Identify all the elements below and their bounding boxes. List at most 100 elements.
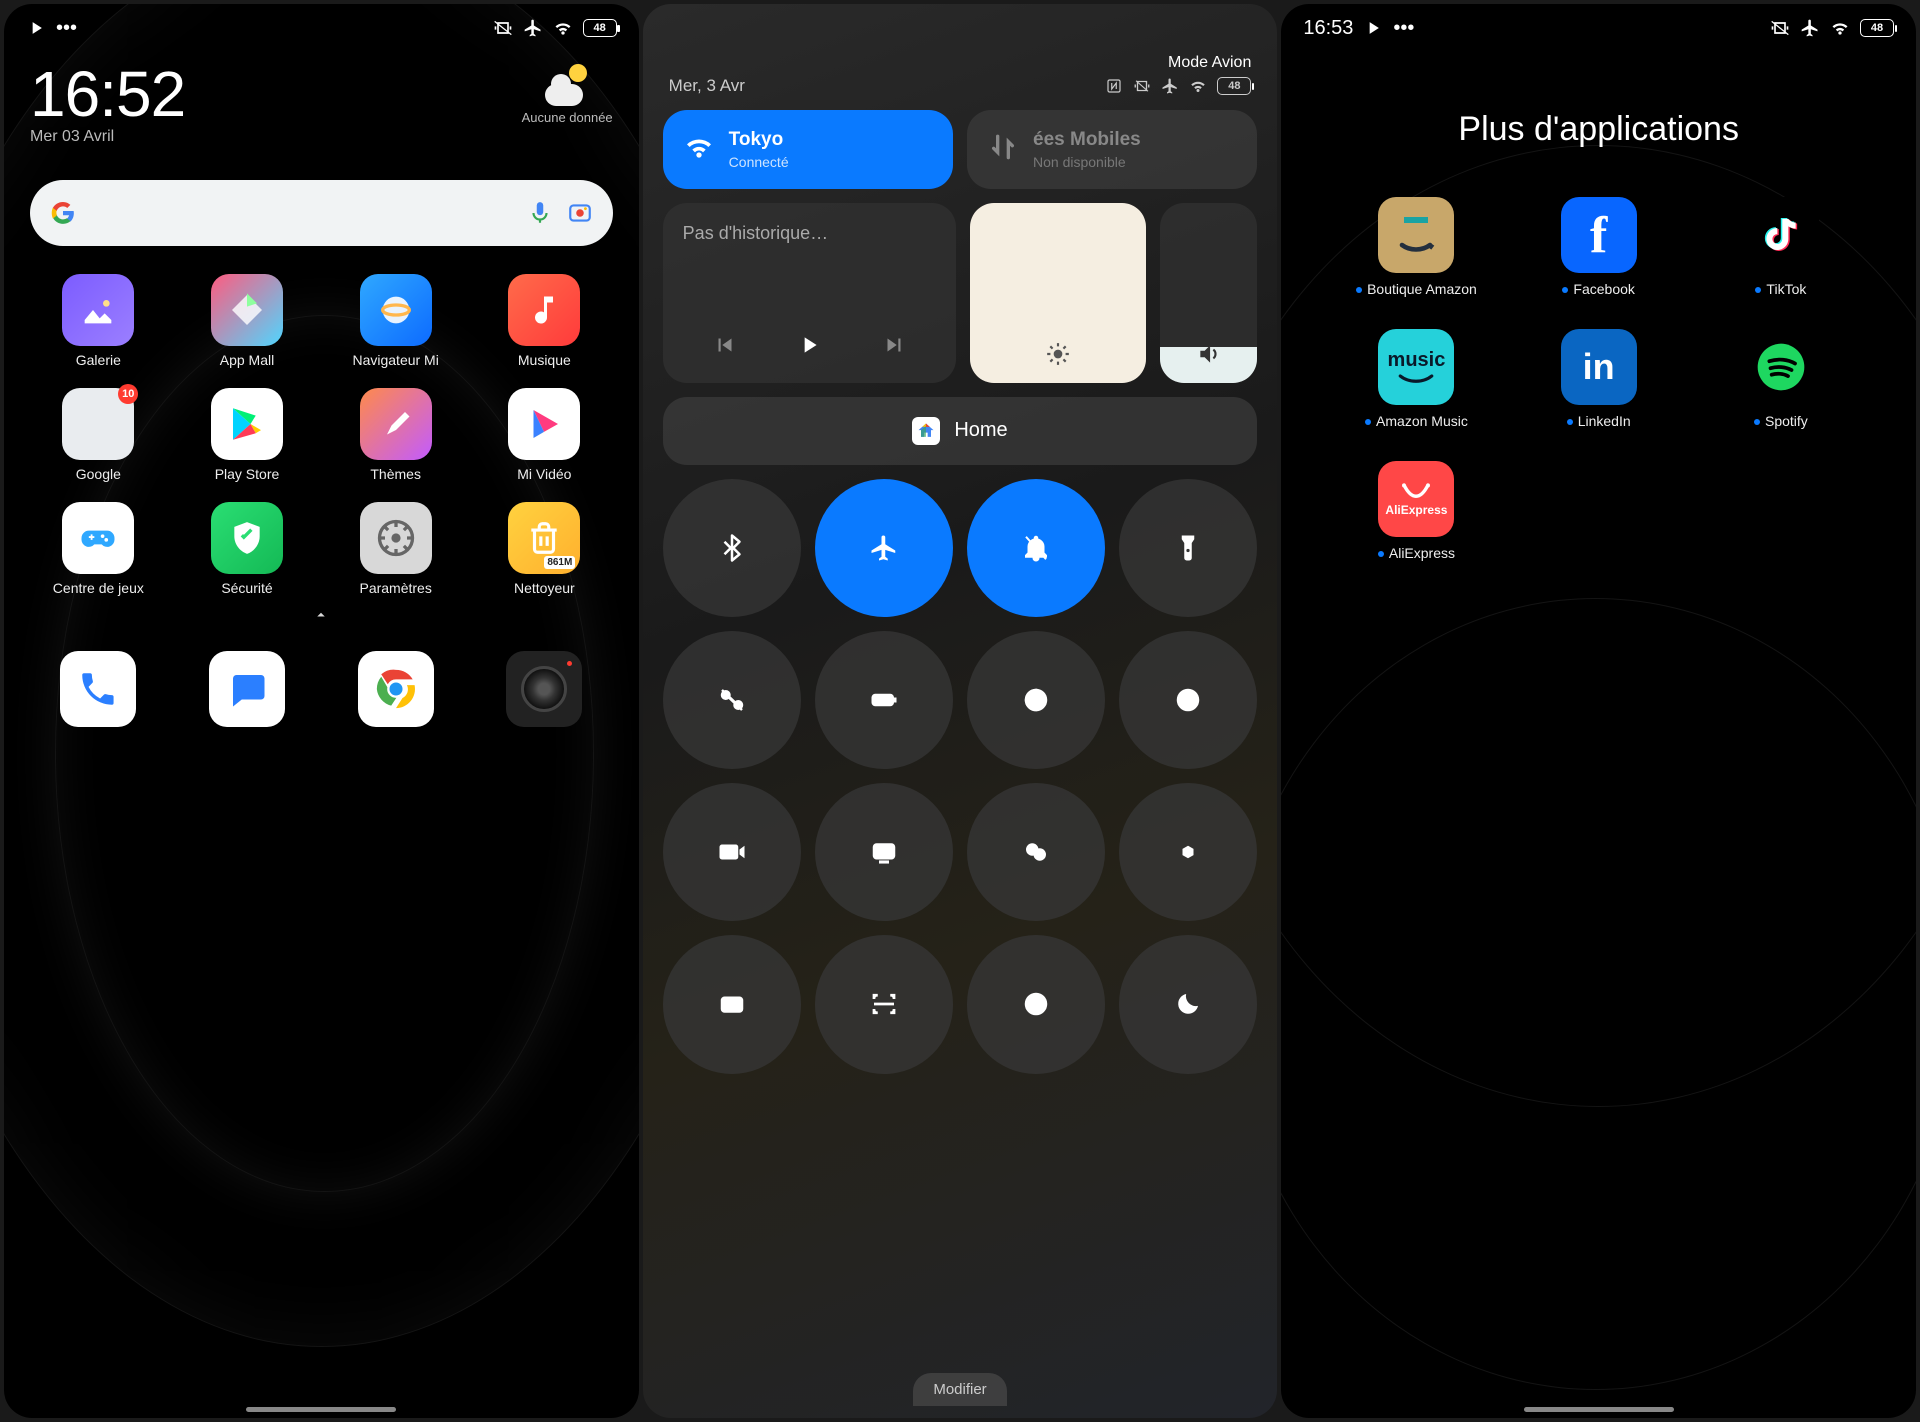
settings-toggle[interactable] [1119,783,1257,921]
dock-chrome[interactable] [358,651,434,727]
volume-slider[interactable] [1160,203,1258,383]
expand-icon [26,18,46,38]
flashlight-toggle[interactable] [1119,479,1257,617]
wifi-tile[interactable]: TokyoConnecté [663,110,953,189]
app-aliexpress[interactable]: AliExpressAliExpress [1325,461,1507,561]
play-icon[interactable] [796,332,822,363]
wallet-toggle[interactable] [663,935,801,1073]
weather-icon [545,62,589,106]
nav-hint[interactable] [246,1407,396,1412]
clock-widget[interactable]: 16:52 Mer 03 Avril [30,62,185,146]
vibrate-icon [1133,77,1151,95]
dark-mode-toggle[interactable] [967,631,1105,769]
airplane-icon [1800,18,1820,38]
night-toggle[interactable] [1119,935,1257,1073]
googlehome-icon [912,417,940,445]
mini-badge: 861M [544,556,575,569]
app-spotify[interactable]: Spotify [1690,329,1872,429]
cast-toggle[interactable] [815,783,953,921]
weather-widget[interactable]: Aucune donnée [522,62,613,146]
cc-mode-label: Mode Avion [1168,54,1251,72]
app-tiktok[interactable]: TikTok [1690,197,1872,297]
rotation-lock-toggle[interactable] [1119,631,1257,769]
app-galerie[interactable]: Galerie [24,274,173,368]
prev-icon[interactable] [712,332,738,363]
app-themes[interactable]: Thèmes [321,388,470,482]
folder-title[interactable]: Plus d'applications [1281,110,1916,149]
battery-icon: 48 [1860,19,1894,37]
status-time: 16:53 [1303,17,1353,40]
battery-saver-toggle[interactable] [815,631,953,769]
sync-toggle[interactable] [967,935,1105,1073]
folder-grid: Boutique Amazon fFacebook TikTok musicAm… [1281,197,1916,561]
brightness-icon [1045,341,1071,367]
media-text: Pas d'historique… [683,223,937,244]
google-logo-icon [50,200,76,226]
clock-time: 16:52 [30,62,185,126]
airplane-toggle[interactable] [815,479,953,617]
control-center-screen: Mode Avion Mer, 3 Avr 48 TokyoConnecté é… [643,4,1278,1418]
app-amazon-music[interactable]: musicAmazon Music [1325,329,1507,429]
status-bar: 16:53 ••• 48 [1281,4,1916,48]
bluetooth-toggle[interactable] [663,479,801,617]
wifi-icon [1189,77,1207,95]
app-nettoyeur[interactable]: 861MNettoyeur [470,502,619,596]
app-centre-jeux[interactable]: Centre de jeux [24,502,173,596]
badge: 10 [118,384,138,404]
nfc-icon [1105,77,1123,95]
app-musique[interactable]: Musique [470,274,619,368]
mobile-data-tile[interactable]: ées MobilesNon disponible [967,110,1257,189]
airplane-icon [1161,77,1179,95]
app-facebook[interactable]: fFacebook [1508,197,1690,297]
lens-icon[interactable] [567,200,593,226]
next-icon[interactable] [881,332,907,363]
dnd-toggle[interactable] [967,479,1105,617]
more-icon: ••• [56,17,77,40]
app-appmall[interactable]: App Mall [173,274,322,368]
home-device-tile[interactable]: Home [663,397,1258,465]
toggle-grid [663,479,1258,1074]
modifier-button[interactable]: Modifier [913,1373,1006,1406]
battery-icon: 48 [1217,77,1251,95]
brightness-slider[interactable] [970,203,1146,383]
app-parametres[interactable]: Paramètres [321,502,470,596]
media-tile[interactable]: Pas d'historique… [663,203,957,383]
wifi-icon [1830,18,1850,38]
volume-icon [1196,341,1222,367]
scan-toggle[interactable] [815,935,953,1073]
data-icon [987,131,1019,168]
dock [4,639,639,745]
weather-label: Aucune donnée [522,110,613,125]
cc-status-icons: 48 [1105,77,1251,95]
battery-icon: 48 [583,19,617,37]
home-screen: ••• 48 16:52 Mer 03 Avril Aucune donnée … [4,4,639,1418]
search-bar[interactable] [30,180,613,246]
clock-date: Mer 03 Avril [30,128,185,146]
status-bar: ••• 48 [4,4,639,48]
page-indicator[interactable] [4,596,639,639]
airplane-icon [523,18,543,38]
app-linkedin[interactable]: inLinkedIn [1508,329,1690,429]
chevron-up-icon [312,608,330,628]
cc-footer: Modifier [643,1361,1278,1418]
mic-icon[interactable] [527,200,553,226]
wifi-icon [683,131,715,168]
app-google-folder[interactable]: 10Google [24,388,173,482]
app-playstore[interactable]: Play Store [173,388,322,482]
cc-date: Mer, 3 Avr [669,76,745,96]
screenshot-toggle[interactable] [663,631,801,769]
dock-messages[interactable] [209,651,285,727]
app-mivideo[interactable]: Mi Vidéo [470,388,619,482]
expand-icon [1363,18,1383,38]
dock-phone[interactable] [60,651,136,727]
hotspot-toggle[interactable] [967,783,1105,921]
nav-hint[interactable] [1524,1407,1674,1412]
wifi-icon [553,18,573,38]
dock-camera[interactable] [506,651,582,727]
screen-record-toggle[interactable] [663,783,801,921]
app-navigateur[interactable]: Navigateur Mi [321,274,470,368]
app-securite[interactable]: Sécurité [173,502,322,596]
app-boutique-amazon[interactable]: Boutique Amazon [1325,197,1507,297]
vibrate-icon [493,18,513,38]
vibrate-icon [1770,18,1790,38]
